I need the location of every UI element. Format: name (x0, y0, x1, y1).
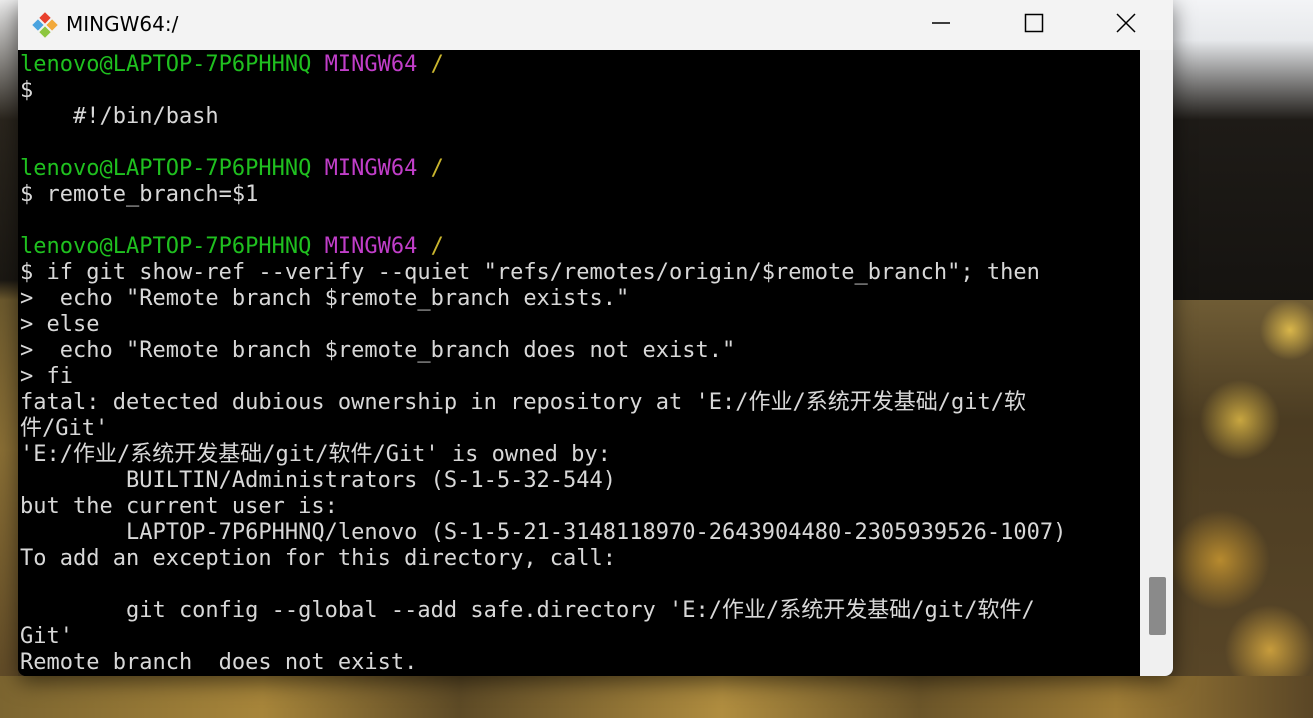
prompt-user: lenovo@LAPTOP-7P6PHHNQ (20, 156, 312, 181)
close-button[interactable] (1103, 0, 1149, 46)
error-line: git config --global --add safe.directory… (20, 598, 1035, 623)
prompt-system: MINGW64 (324, 156, 418, 181)
minimize-button[interactable] (918, 0, 964, 46)
result-line: Remote branch does not exist. (20, 650, 418, 675)
prompt-system: MINGW64 (324, 52, 418, 77)
prompt-path: / (430, 52, 444, 77)
prompt-user: lenovo@LAPTOP-7P6PHHNQ (20, 52, 312, 77)
prompt-line: lenovo@LAPTOP-7P6PHHNQ MINGW64 / (20, 234, 444, 260)
prompt-path: / (430, 234, 444, 259)
desktop-wallpaper-dark (1150, 0, 1313, 300)
terminal-window: MINGW64:/ lenovo@LAPTOP-7P6PHHNQ MINGW64… (18, 0, 1173, 676)
continuation-line: > else (20, 312, 100, 337)
maximize-button[interactable] (1011, 0, 1057, 46)
close-icon (1115, 12, 1137, 34)
prompt-path: / (430, 156, 444, 181)
error-line: but the current user is: (20, 494, 338, 519)
window-title: MINGW64:/ (66, 12, 179, 36)
minimize-icon (931, 13, 951, 33)
continuation-line: > echo "Remote branch $remote_branch exi… (20, 286, 630, 311)
command-line: $ (20, 78, 34, 103)
vertical-scrollbar[interactable] (1140, 50, 1173, 676)
continuation-line: > fi (20, 364, 73, 389)
maximize-icon (1024, 13, 1044, 33)
desktop-wallpaper-bottom (0, 676, 1313, 718)
error-line: To add an exception for this directory, … (20, 546, 617, 571)
error-line: 'E:/作业/系统开发基础/git/软件/Git' is owned by: (20, 442, 611, 467)
error-line: LAPTOP-7P6PHHNQ/lenovo (S-1-5-21-3148118… (20, 520, 1067, 545)
continuation-line: > echo "Remote branch $remote_branch doe… (20, 338, 736, 363)
error-line: BUILTIN/Administrators (S-1-5-32-544) (20, 468, 617, 493)
git-bash-icon[interactable] (30, 10, 60, 40)
terminal-output[interactable]: lenovo@LAPTOP-7P6PHHNQ MINGW64 / $ #!/bi… (18, 50, 1140, 676)
prompt-line: lenovo@LAPTOP-7P6PHHNQ MINGW64 / (20, 156, 444, 182)
prompt-user: lenovo@LAPTOP-7P6PHHNQ (20, 234, 312, 259)
desktop-wallpaper-left (0, 0, 18, 718)
command-line: $ if git show-ref --verify --quiet "refs… (20, 260, 1040, 285)
error-line: fatal: detected dubious ownership in rep… (20, 390, 1026, 415)
output-line: #!/bin/bash (20, 104, 219, 129)
error-line: 件/Git' (20, 416, 109, 441)
command-line: $ remote_branch=$1 (20, 182, 259, 207)
error-line: Git' (20, 624, 73, 649)
scrollbar-thumb[interactable] (1149, 577, 1166, 635)
prompt-line: lenovo@LAPTOP-7P6PHHNQ MINGW64 / (20, 52, 444, 78)
prompt-system: MINGW64 (324, 234, 418, 259)
title-bar[interactable]: MINGW64:/ (18, 0, 1173, 50)
